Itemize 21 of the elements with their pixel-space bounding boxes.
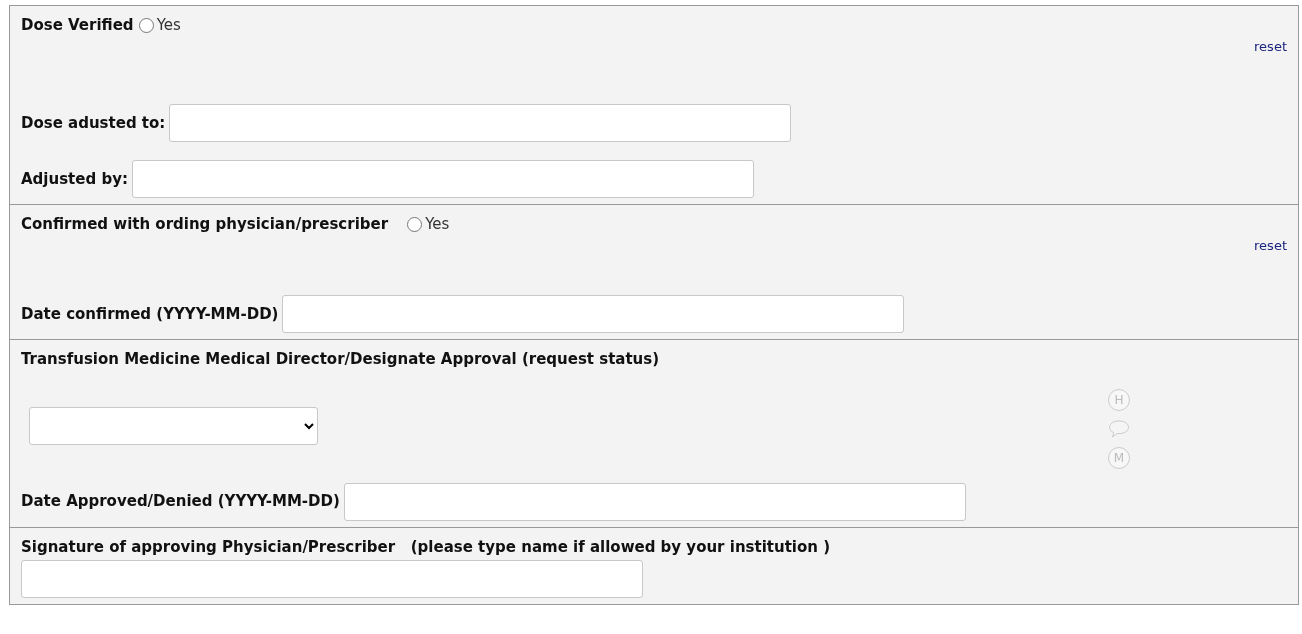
input-field[interactable] — [343, 482, 966, 521]
input-field[interactable] — [21, 560, 643, 598]
field-label: Dose adusted to: — [21, 112, 166, 134]
reset-link[interactable]: reset — [1254, 36, 1287, 56]
option-label[interactable]: Yes — [425, 213, 450, 236]
reset-link[interactable]: reset — [1254, 235, 1287, 255]
field-label: Date confirmed (YYYY-MM-DD) — [21, 303, 279, 325]
option-label[interactable]: Yes — [156, 14, 181, 37]
question-label: Signature of approving Physician/Prescriber (please type name if allowed by your institution ) — [21, 536, 832, 558]
input-field[interactable] — [169, 104, 792, 142]
question-label: Dose Verified — [21, 15, 134, 36]
status-dropdown[interactable] — [29, 406, 318, 445]
field-label: Adjusted by: — [21, 168, 128, 190]
question-label: Confirmed with ording physician/prescriber — [21, 214, 389, 235]
radio-button[interactable] — [407, 216, 423, 232]
input-field[interactable] — [131, 160, 754, 198]
question-label: Transfusion Medicine Medical Director/Designate Approval (request status) — [21, 349, 661, 370]
input-field[interactable] — [282, 295, 905, 333]
radio-button[interactable] — [138, 17, 154, 33]
speech-bubble-icon[interactable] — [1108, 418, 1130, 439]
field-label: Date Approved/Denied (YYYY-MM-DD) — [21, 491, 340, 513]
